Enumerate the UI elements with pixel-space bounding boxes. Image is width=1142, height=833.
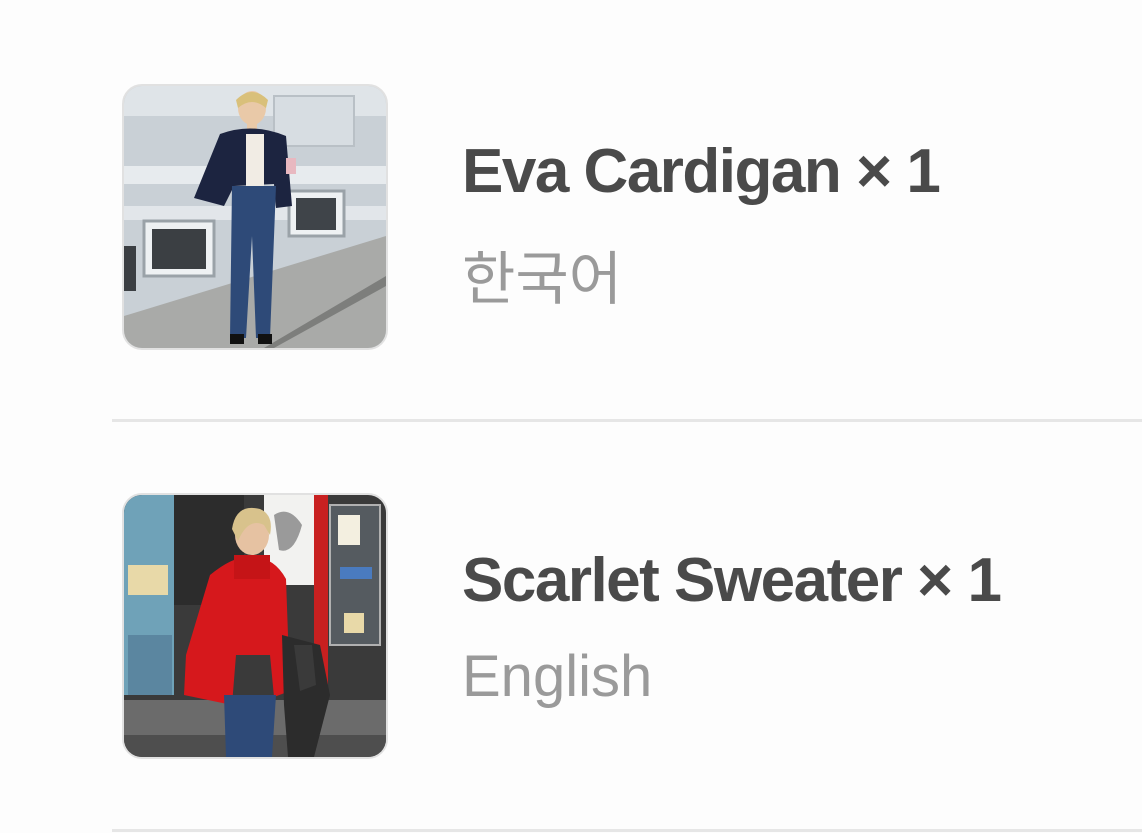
product-title: Scarlet Sweater × 1 [462,546,1002,615]
divider [112,829,1142,832]
product-language: English [462,644,653,709]
list-item[interactable]: Eva Cardigan × 1 한국어 [0,12,1142,420]
product-thumbnail-eva-cardigan[interactable] [122,84,388,350]
product-photo-icon [124,86,386,348]
list-item[interactable]: Scarlet Sweater × 1 English [0,421,1142,829]
cart-item-list: Eva Cardigan × 1 한국어 Scarlet Sweater × 1… [0,0,1142,833]
product-language: 한국어 [462,245,623,313]
product-photo-icon [124,495,386,757]
product-title: Eva Cardigan × 1 [462,137,941,206]
product-thumbnail-scarlet-sweater[interactable] [122,493,388,759]
